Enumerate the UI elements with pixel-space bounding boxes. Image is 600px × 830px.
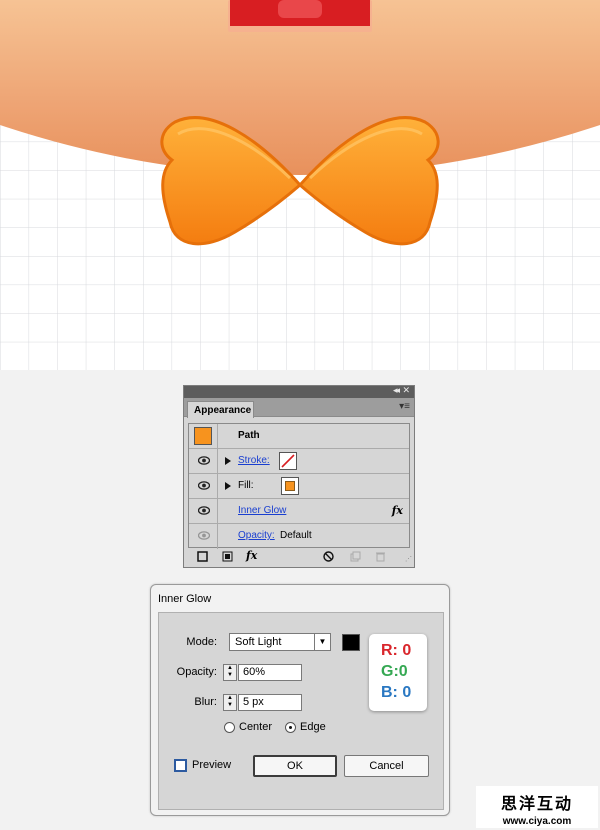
site-watermark: 思洋互动 www.ciya.com <box>476 786 598 828</box>
watermark-url: www.ciya.com <box>502 816 572 827</box>
blur-label: Blur: <box>194 696 217 708</box>
clear-appearance-icon[interactable] <box>323 551 334 565</box>
none-slash-icon <box>281 454 295 468</box>
panel-menu-icon[interactable]: ▾≡ <box>399 401 410 412</box>
chevron-down-icon: ▼ <box>314 634 330 650</box>
artboard-illustration <box>0 0 600 370</box>
opacity-value: Default <box>280 530 312 541</box>
visibility-eye-disabled-icon <box>198 531 210 540</box>
fx-menu-icon[interactable]: fx <box>246 549 257 562</box>
glow-color-swatch[interactable] <box>342 634 360 651</box>
blur-stepper-icon[interactable]: ▲ ▼ <box>223 694 237 711</box>
visibility-eye-icon[interactable] <box>198 481 210 490</box>
rgb-blue-value: B: 0 <box>381 684 412 701</box>
edge-radio[interactable] <box>285 722 296 733</box>
row-path[interactable]: Path <box>189 424 409 449</box>
preview-checkbox[interactable] <box>174 759 187 772</box>
mode-value: Soft Light <box>235 636 282 648</box>
opacity-stepper-icon[interactable]: ▲ ▼ <box>223 664 237 681</box>
watermark-chinese: 思洋互动 <box>500 796 573 813</box>
ok-button[interactable]: OK <box>253 755 337 777</box>
inner-glow-link[interactable]: Inner Glow <box>238 505 286 516</box>
appearance-panel: ◂◂ ✕ Appearance ▾≡ Path Stroke: Fill: In… <box>183 385 415 568</box>
mode-label: Mode: <box>186 636 217 648</box>
appearance-list: Path Stroke: Fill: Inner Glow fx Opacity… <box>188 423 410 549</box>
blur-input[interactable]: 5 px <box>238 694 302 711</box>
fx-icon: fx <box>391 504 403 517</box>
panel-tabbar: Appearance ▾≡ <box>184 398 414 418</box>
cancel-button[interactable]: Cancel <box>344 755 429 777</box>
stroke-link[interactable]: Stroke: <box>238 455 270 466</box>
dialog-title: Inner Glow <box>158 593 212 605</box>
panel-titlebar: ◂◂ ✕ <box>184 385 414 398</box>
opacity-link[interactable]: Opacity: <box>238 530 275 541</box>
visibility-eye-icon[interactable] <box>198 456 210 465</box>
opacity-input[interactable]: 60% <box>238 664 302 681</box>
rgb-callout: R: 0 G:0 B: 0 <box>369 634 427 711</box>
edge-label: Edge <box>300 721 326 733</box>
mouth-highlight <box>278 0 322 18</box>
center-radio[interactable] <box>224 722 235 733</box>
new-fill-icon[interactable] <box>222 551 233 565</box>
row-opacity[interactable]: Opacity: Default <box>189 524 409 549</box>
rgb-red-value: R: 0 <box>381 642 412 659</box>
row-stroke[interactable]: Stroke: <box>189 449 409 474</box>
expand-triangle-icon[interactable] <box>225 482 231 490</box>
rgb-green-value: G:0 <box>381 663 408 680</box>
expand-triangle-icon[interactable] <box>225 457 231 465</box>
fill-label: Fill: <box>238 480 254 491</box>
bow-tie-artwork <box>0 0 600 370</box>
panel-footer: fx ⋰ <box>184 549 414 567</box>
row-inner-glow[interactable]: Inner Glow fx <box>189 499 409 524</box>
row-fill[interactable]: Fill: <box>189 474 409 499</box>
preview-label: Preview <box>192 759 232 771</box>
path-label: Path <box>238 430 260 441</box>
collapse-icon[interactable]: ◂◂ <box>393 385 400 396</box>
center-label: Center <box>239 721 273 733</box>
duplicate-item-icon <box>350 551 361 565</box>
visibility-eye-icon[interactable] <box>198 506 210 515</box>
fill-swatch[interactable] <box>281 477 299 495</box>
delete-item-icon <box>375 551 386 565</box>
mode-select[interactable]: Soft Light ▼ <box>229 633 331 651</box>
opacity-label: Opacity: <box>176 666 217 678</box>
fill-color-chip <box>285 481 295 491</box>
resize-grip-icon[interactable]: ⋰ <box>405 555 412 563</box>
stroke-swatch-none[interactable] <box>279 452 297 470</box>
tab-appearance[interactable]: Appearance <box>187 401 254 418</box>
path-thumbnail <box>194 427 212 445</box>
close-icon[interactable]: ✕ <box>402 385 410 396</box>
new-stroke-icon[interactable] <box>197 551 208 565</box>
